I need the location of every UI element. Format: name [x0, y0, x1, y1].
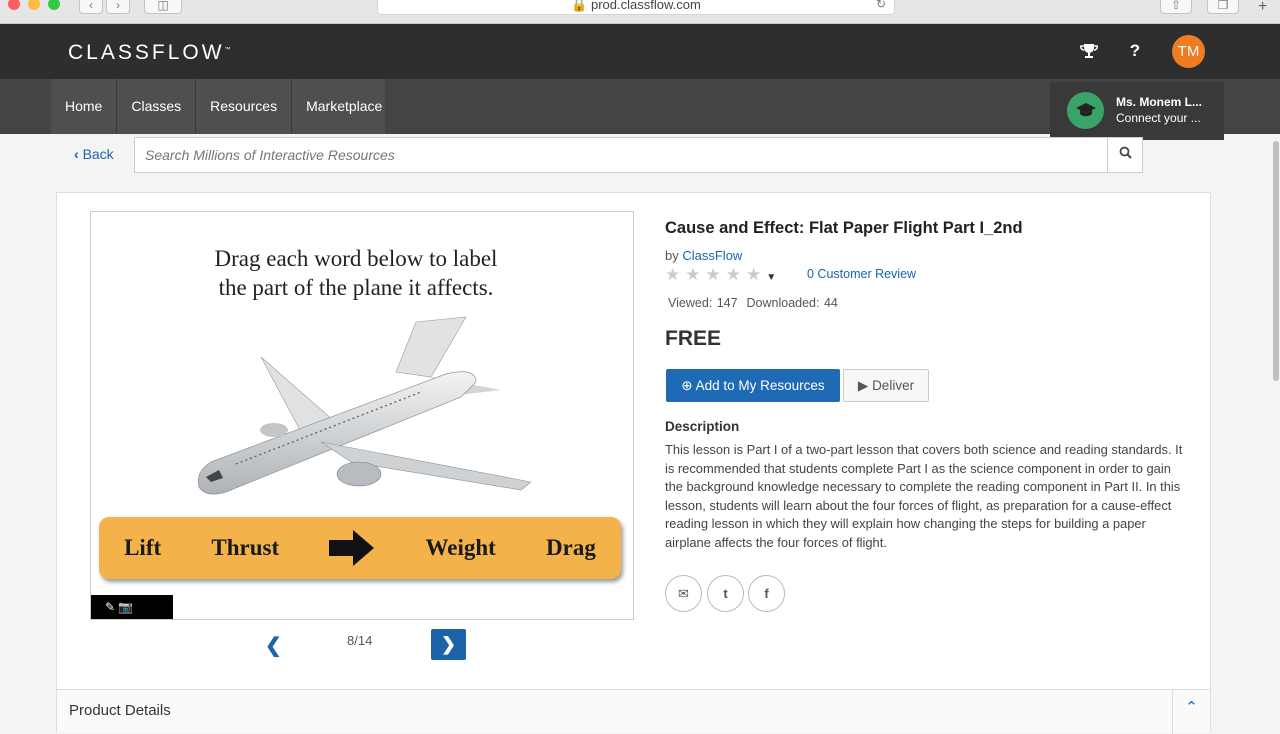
back-label: Back — [82, 146, 114, 162]
app-header: CLASSFLOW™ ? TM — [0, 24, 1280, 79]
customer-review-link[interactable]: 0 Customer Review — [807, 267, 916, 281]
product-details-label: Product Details — [69, 702, 171, 719]
preview-toolbar: ✎ 📷 — [91, 595, 173, 619]
logo-trademark: ™ — [224, 47, 231, 53]
add-to-resources-button[interactable]: ⊕ Add to My Resources — [666, 369, 840, 402]
reload-icon[interactable]: ↻ — [876, 0, 886, 11]
author-line: by ClassFlow — [665, 248, 742, 263]
deliver-label: Deliver — [872, 378, 915, 393]
resource-price: FREE — [665, 327, 722, 350]
search-input[interactable] — [135, 138, 1107, 172]
product-details-section[interactable]: Product Details ⌃ — [57, 689, 1210, 734]
word-bank: Lift Thrust Weight Drag — [99, 517, 621, 579]
facebook-icon: f — [764, 586, 769, 601]
nav-marketplace[interactable]: Marketplace — [292, 79, 396, 134]
preview-prompt: Drag each word below to label the part o… — [91, 244, 621, 302]
pencil-icon[interactable]: ✎ — [105, 600, 115, 614]
nav-resources[interactable]: Resources — [196, 79, 293, 134]
browser-forward-button[interactable]: › — [106, 0, 130, 14]
chevron-up-icon[interactable]: ⌃ — [1172, 690, 1210, 734]
by-prefix: by — [665, 248, 679, 263]
profile-name: Ms. Monem L... — [1116, 95, 1203, 109]
arrow-right-icon — [329, 530, 375, 566]
resource-card: Drag each word below to label the part o… — [56, 192, 1211, 734]
twitter-icon: t — [723, 586, 728, 601]
airplane-image — [197, 316, 532, 495]
help-icon[interactable]: ? — [1120, 36, 1150, 66]
author-link[interactable]: ClassFlow — [682, 248, 742, 263]
profile-subtitle: Connect your ... — [1116, 111, 1201, 125]
profile-popup[interactable]: Ms. Monem L... Connect your ... — [1050, 82, 1224, 140]
tabs-icon[interactable]: ❐ — [1207, 0, 1239, 14]
classflow-logo[interactable]: CLASSFLOW™ — [68, 41, 231, 65]
description-heading: Description — [665, 419, 740, 434]
user-avatar[interactable]: TM — [1172, 35, 1205, 68]
previous-page-button[interactable]: ❮ — [265, 633, 282, 658]
twitter-share-button[interactable]: t — [707, 575, 744, 612]
trophy-icon[interactable] — [1074, 36, 1104, 66]
email-share-button[interactable]: ✉ — [665, 575, 702, 612]
deliver-button[interactable]: ▶ Deliver — [843, 369, 929, 402]
facebook-share-button[interactable]: f — [748, 575, 785, 612]
nav-home[interactable]: Home — [51, 79, 118, 134]
star-rating[interactable]: ★★★★★▼ — [665, 265, 776, 285]
close-window-icon[interactable] — [8, 0, 20, 10]
nav-classes[interactable]: Classes — [117, 79, 197, 134]
lock-icon: 🔒 — [571, 0, 588, 12]
word-weight[interactable]: Weight — [426, 535, 496, 561]
prompt-line-2: the part of the plane it affects. — [218, 275, 494, 300]
logo-text: CLASSFLOW — [68, 41, 225, 64]
prompt-line-1: Drag each word below to label — [214, 246, 498, 271]
page-indicator: 8/14 — [347, 633, 373, 648]
new-tab-icon[interactable]: + — [1258, 0, 1267, 16]
search-bar — [134, 137, 1143, 173]
play-circle-icon: ▶ — [857, 378, 869, 393]
search-button[interactable] — [1107, 138, 1142, 172]
share-icon[interactable]: ⇧ — [1160, 0, 1192, 14]
chevron-left-icon: ‹ — [74, 146, 79, 162]
word-thrust[interactable]: Thrust — [211, 535, 279, 561]
page-scrollbar[interactable] — [1273, 141, 1279, 381]
maximize-window-icon[interactable] — [48, 0, 60, 10]
graduation-cap-icon — [1067, 92, 1104, 129]
plus-circle-icon: ⊕ — [681, 378, 693, 393]
resource-title: Cause and Effect: Flat Paper Flight Part… — [665, 219, 1023, 237]
chevron-right-icon: ❯ — [440, 634, 457, 654]
search-icon — [1119, 146, 1132, 159]
url-text: prod.classflow.com — [590, 0, 701, 12]
address-bar[interactable]: 🔒 prod.classflow.com — [377, 0, 895, 15]
caret-down-icon[interactable]: ▼ — [766, 272, 776, 283]
description-text: This lesson is Part I of a two-part less… — [665, 442, 1183, 550]
envelope-icon: ✉ — [678, 586, 689, 601]
camera-icon[interactable]: 📷 — [118, 600, 133, 614]
minimize-window-icon[interactable] — [28, 0, 40, 10]
browser-chrome: ‹ › ◫ 🔒 prod.classflow.com ↻ ⇧ ❐ + — [0, 0, 1280, 24]
back-link[interactable]: ‹ Back — [74, 146, 114, 162]
word-drag[interactable]: Drag — [546, 535, 596, 561]
resource-stats: Viewed: 147 Downloaded: 44 — [668, 296, 838, 310]
add-label: Add to My Resources — [695, 378, 825, 393]
next-page-button[interactable]: ❯ — [431, 629, 466, 660]
word-lift[interactable]: Lift — [124, 535, 161, 561]
chevron-left-icon: ❮ — [265, 635, 282, 657]
browser-back-button[interactable]: ‹ — [79, 0, 103, 14]
resource-preview[interactable]: Drag each word below to label the part o… — [90, 211, 634, 620]
sidebar-toggle-icon[interactable]: ◫ — [144, 0, 182, 14]
